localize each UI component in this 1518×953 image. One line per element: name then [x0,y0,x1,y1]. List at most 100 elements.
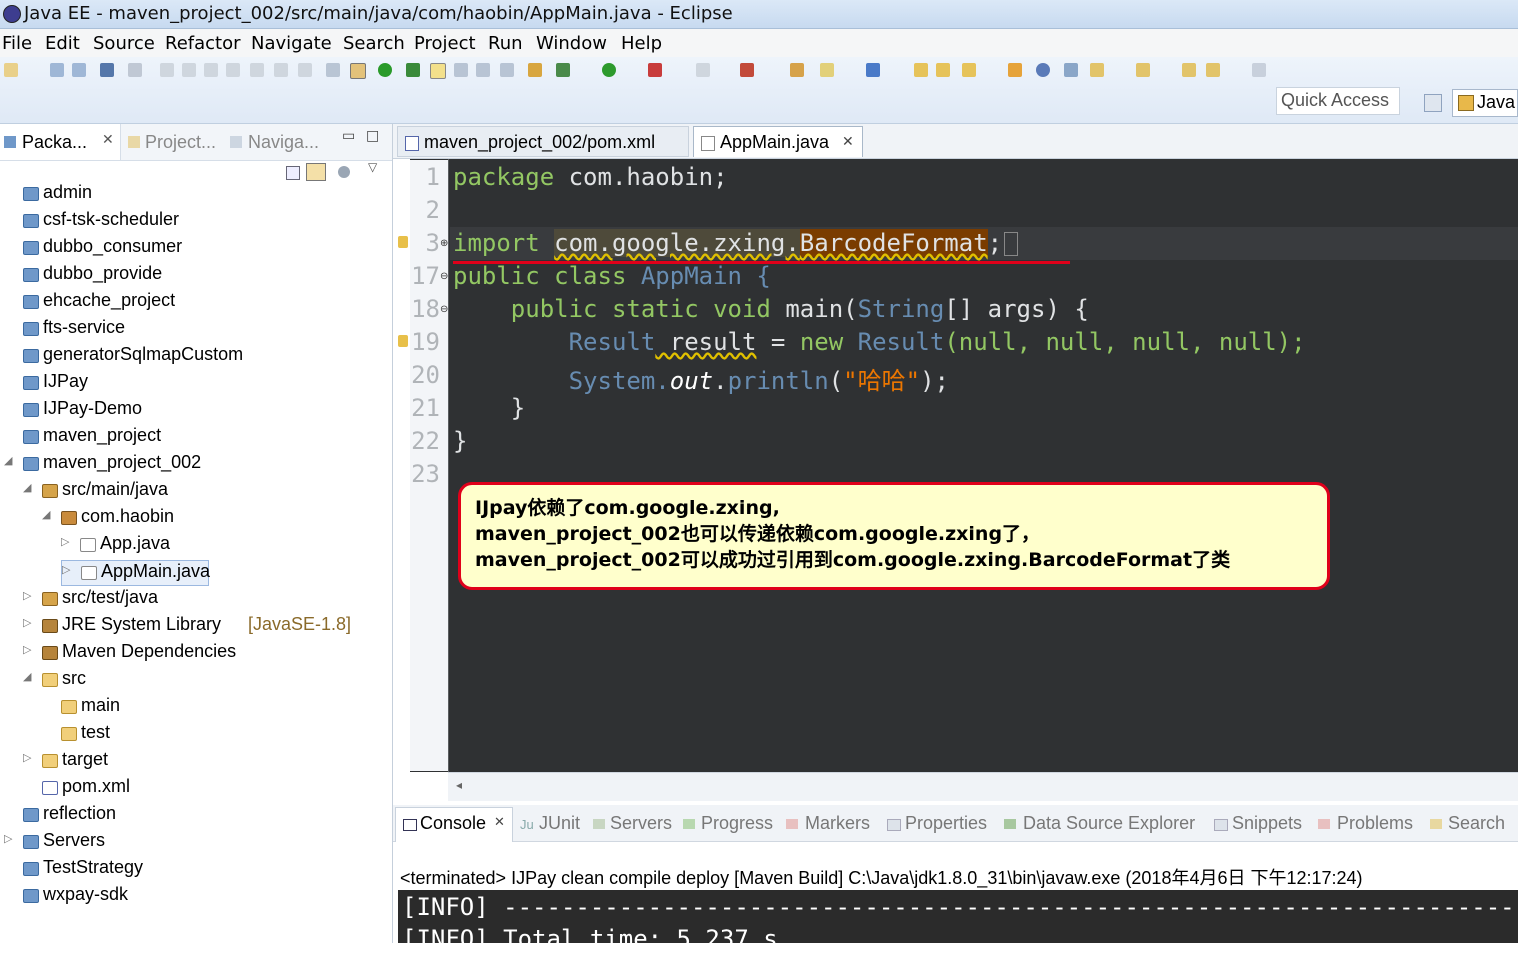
menu-file[interactable]: File [2,33,32,54]
tree-item[interactable]: ▷ src/test/java [23,587,370,613]
stop-icon[interactable] [696,63,710,77]
tree-item[interactable]: pom.xml [23,776,370,802]
save-icon[interactable] [50,63,64,77]
suspend-icon[interactable] [182,63,196,77]
fold-collapse-icon[interactable]: ⊖ [440,271,448,282]
save-all-icon[interactable] [72,63,86,77]
step-into-icon[interactable] [250,63,264,77]
disconnect-icon[interactable] [226,63,240,77]
tree-item[interactable]: generatorSqlmapCustom [4,344,370,370]
search-tools-icon[interactable] [962,63,976,77]
tab-properties[interactable]: Properties [905,813,987,834]
tree-item[interactable]: maven_project [4,425,370,451]
warning-marker-icon[interactable] [398,335,408,347]
word-wrap-icon[interactable] [476,63,490,77]
horizontal-scrollbar[interactable]: ◂ [448,772,1518,801]
tab-console[interactable]: Console [420,813,486,834]
tab-pom-xml[interactable]: maven_project_002/pom.xml [397,126,689,157]
debug-icon[interactable] [378,63,392,77]
toggle-mark-occurrences-icon[interactable] [430,63,446,79]
tab-appmain-java[interactable]: AppMain.java ✕ [693,126,863,157]
collapsed-arrow-icon[interactable]: ▷ [23,616,31,629]
tree-item[interactable]: main [42,695,370,721]
menu-help[interactable]: Help [621,33,662,54]
external-tools-icon[interactable] [740,63,754,77]
tree-item[interactable]: ◢ com.haobin [42,506,370,532]
tab-progress[interactable]: Progress [701,813,773,834]
collapsed-arrow-icon[interactable]: ▷ [62,563,70,576]
open-folder-icon[interactable] [936,63,950,77]
lock-icon[interactable] [528,63,542,77]
collapsed-arrow-icon[interactable]: ▷ [23,751,31,764]
collapsed-arrow-icon[interactable]: ▷ [23,589,31,602]
tab-navigator[interactable]: Naviga... [248,132,319,153]
last-edit-location-icon[interactable] [1182,63,1196,77]
new-icon[interactable] [4,63,18,77]
resume-icon[interactable] [160,63,174,77]
menu-project[interactable]: Project [414,33,476,54]
expanded-arrow-icon[interactable]: ◢ [42,508,50,521]
collapsed-arrow-icon[interactable]: ▷ [4,832,12,845]
view-menu-icon[interactable]: ▽ [368,160,377,174]
use-step-filters-icon[interactable] [350,63,366,79]
tab-snippets[interactable]: Snippets [1232,813,1302,834]
open-type-icon[interactable] [406,63,420,77]
menu-navigate[interactable]: Navigate [251,33,332,54]
next-annotation-icon[interactable] [1090,63,1104,77]
close-icon[interactable]: ✕ [102,132,114,148]
menu-window[interactable]: Window [536,33,607,54]
show-whitespace-icon[interactable] [500,63,514,77]
coverage-icon[interactable] [648,63,662,77]
collapse-all-icon[interactable] [286,166,300,180]
tree-item[interactable]: dubbo_provide [4,263,370,289]
tree-item[interactable]: ◢ src [23,668,370,694]
expanded-arrow-icon[interactable]: ◢ [23,670,31,683]
back-icon[interactable] [1206,63,1220,77]
step-over-icon[interactable] [274,63,288,77]
step-return-icon[interactable] [298,63,312,77]
tab-problems[interactable]: Problems [1337,813,1413,834]
tab-project-explorer[interactable]: Project... [145,132,216,153]
close-icon[interactable]: ✕ [494,815,505,830]
sync-icon[interactable] [1064,63,1078,77]
menu-source[interactable]: Source [93,33,155,54]
skip-breakpoints-icon[interactable] [128,63,142,77]
tree-item[interactable]: dubbo_consumer [4,236,370,262]
tree-item[interactable]: admin [4,182,370,208]
tree-item[interactable]: ◢ maven_project_002 [4,452,370,478]
tab-markers[interactable]: Markers [805,813,870,834]
tree-item[interactable]: ▷ JRE System Library [JavaSE-1.8] [23,614,370,640]
tab-junit[interactable]: JUnit [539,813,580,834]
warning-marker-icon[interactable] [398,236,408,248]
tree-item[interactable]: ▷ target [23,749,370,775]
collapsed-arrow-icon[interactable]: ▷ [23,643,31,656]
tree-item[interactable]: IJPay-Demo [4,398,370,424]
fold-collapse-icon[interactable]: ⊖ [440,304,448,315]
expanded-arrow-icon[interactable]: ◢ [23,481,31,494]
expanded-arrow-icon[interactable]: ◢ [4,454,12,467]
tab-servers[interactable]: Servers [610,813,672,834]
tree-item[interactable]: ▷ Maven Dependencies [23,641,370,667]
menu-run[interactable]: Run [488,33,523,54]
open-type-hierarchy-icon[interactable] [914,63,928,77]
tree-item[interactable]: ▷ App.java [61,533,370,559]
tab-data-source-explorer[interactable]: Data Source Explorer [1023,813,1195,834]
menu-search[interactable]: Search [343,33,405,54]
tree-item[interactable]: reflection [4,803,370,829]
web-browser-icon[interactable] [1036,63,1050,77]
tree-item[interactable]: csf-tsk-scheduler [4,209,370,235]
tree-item[interactable]: ◢ src/main/java [23,479,370,505]
open-task-icon[interactable] [1008,63,1022,77]
tab-search[interactable]: Search [1448,813,1505,834]
focus-icon[interactable] [338,166,350,178]
tree-item[interactable]: fts-service [4,317,370,343]
run-icon[interactable] [602,63,616,77]
tree-item[interactable]: wxpay-sdk [4,884,370,910]
drop-to-frame-icon[interactable] [326,63,340,77]
print-icon[interactable] [100,63,114,77]
maximize-icon[interactable]: □ [366,128,379,144]
tree-item[interactable]: ehcache_project [4,290,370,316]
scroll-left-icon[interactable]: ◂ [456,778,462,792]
previous-annotation-icon[interactable] [1136,63,1150,77]
menu-edit[interactable]: Edit [45,33,80,54]
